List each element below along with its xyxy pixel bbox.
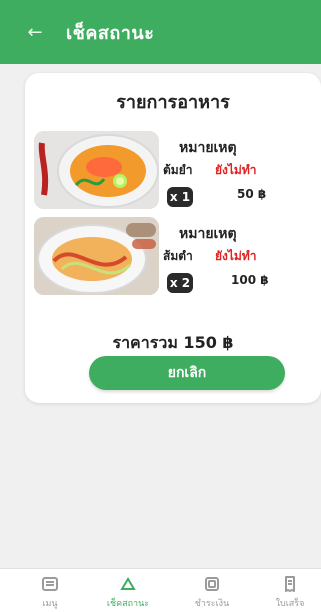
cooking-status: ยังไม่ทำ	[215, 163, 257, 177]
back-button[interactable]: ←	[20, 17, 50, 47]
order-item: หมายเหตุ ต้มยำ ยังไม่ทำ x 1 50 ฿	[34, 131, 306, 213]
dish-photo-tomyum	[34, 131, 159, 209]
nav-label: เช็คสถานะ	[106, 599, 150, 609]
top-app-bar: ← เช็คสถานะ	[0, 0, 321, 64]
nav-label: ชำระเงิน	[194, 599, 230, 609]
dish-name: ส้มตำ	[163, 249, 193, 263]
nav-label: เมนู	[42, 599, 58, 609]
nav-item-payment[interactable]: ชำระเงิน	[182, 573, 242, 612]
dish-photo-somtam	[34, 217, 159, 295]
nav-item-status[interactable]: เช็คสถานะ	[98, 573, 158, 612]
total-price: ราคารวม 150 ฿	[112, 333, 234, 352]
payment-icon	[201, 573, 223, 595]
order-card: รายการอาหาร หมายเหตุ ต้มยำ ยังไม่ทำ x 1 …	[25, 73, 321, 403]
status-icon	[117, 573, 139, 595]
arrow-left-icon: ←	[27, 21, 43, 43]
page-title: เช็คสถานะ	[66, 22, 155, 44]
nav-label: ใบเสร็จ	[275, 599, 305, 609]
quantity-badge: x 1	[167, 187, 193, 207]
receipt-icon	[279, 573, 301, 595]
order-item: หมายเหตุ ส้มตำ ยังไม่ทำ x 2 100 ฿	[34, 217, 306, 299]
menu-icon	[39, 573, 61, 595]
item-price: 50 ฿	[237, 187, 267, 201]
note-label: หมายเหตุ	[179, 140, 237, 156]
cancel-order-button[interactable]: ยกเลิก	[89, 356, 285, 390]
bottom-navigation: เมนู เช็คสถานะ ชำระเงิน ใบเสร็จ	[0, 568, 321, 612]
quantity-badge: x 2	[167, 273, 193, 293]
nav-item-menu[interactable]: เมนู	[20, 573, 80, 612]
card-title: รายการอาหาร	[116, 92, 230, 113]
cooking-status: ยังไม่ทำ	[215, 249, 257, 263]
dish-name: ต้มยำ	[163, 163, 193, 177]
nav-item-receipt[interactable]: ใบเสร็จ	[260, 573, 320, 612]
item-price: 100 ฿	[231, 273, 269, 287]
note-label: หมายเหตุ	[179, 226, 237, 242]
